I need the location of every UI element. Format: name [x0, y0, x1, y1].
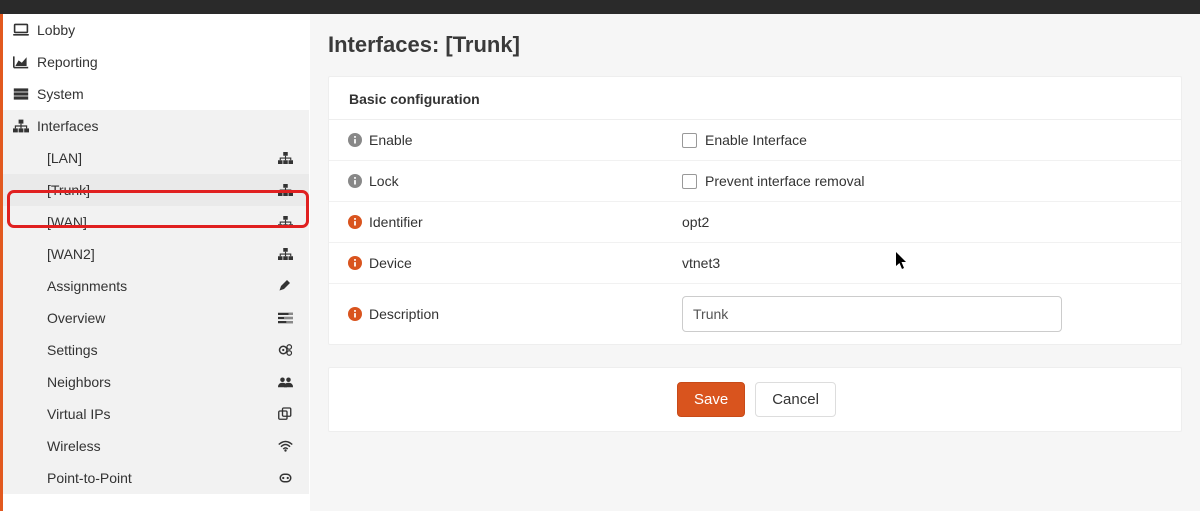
sidebar-subitem-label: [WAN2]: [47, 246, 275, 262]
sidebar-item-label: Lobby: [37, 22, 297, 38]
laptop-icon: [13, 23, 37, 37]
phone-icon: [275, 471, 295, 485]
row-enable: Enable Enable Interface: [329, 120, 1181, 161]
sitemap-icon: [275, 151, 295, 165]
sidebar-subitem-wan[interactable]: [WAN]: [3, 206, 309, 238]
label-identifier: Identifier: [347, 214, 682, 230]
sitemap-icon: [275, 183, 295, 197]
sidebar-item-lobby[interactable]: Lobby: [3, 14, 309, 46]
sidebar-subitem-label: Assignments: [47, 278, 275, 294]
sidebar-subitem-neighbors[interactable]: Neighbors: [3, 366, 309, 398]
page-title: Interfaces: [Trunk]: [328, 32, 1182, 58]
info-icon[interactable]: [347, 132, 363, 148]
sidebar-subitem-assignments[interactable]: Assignments: [3, 270, 309, 302]
sidebar-subitem-overview[interactable]: Overview: [3, 302, 309, 334]
sidebar-subitem-wireless[interactable]: Wireless: [3, 430, 309, 462]
sidebar-item-label: Interfaces: [37, 118, 297, 134]
sidebar-subitem-label: [Trunk]: [47, 182, 275, 198]
sidebar-subitem-label: Neighbors: [47, 374, 275, 390]
value-lock: Prevent interface removal: [682, 173, 1163, 189]
info-icon[interactable]: [347, 255, 363, 271]
row-device: Device vtnet3: [329, 243, 1181, 284]
row-description: Description: [329, 284, 1181, 344]
cancel-button[interactable]: Cancel: [755, 382, 836, 417]
cogs-icon: [275, 343, 295, 357]
info-icon[interactable]: [347, 306, 363, 322]
sidebar-subitem-virtual-ips[interactable]: Virtual IPs: [3, 398, 309, 430]
sitemap-icon: [275, 247, 295, 261]
value-enable: Enable Interface: [682, 132, 1163, 148]
value-device: vtnet3: [682, 255, 1163, 271]
description-input[interactable]: [682, 296, 1062, 332]
value-identifier: opt2: [682, 214, 1163, 230]
sidebar-item-label: Reporting: [37, 54, 297, 70]
info-icon[interactable]: [347, 214, 363, 230]
sidebar: Lobby Reporting System Interfaces: [0, 14, 310, 511]
sitemap-icon: [13, 119, 37, 133]
value-description: [682, 296, 1163, 332]
sidebar-subitem-label: [LAN]: [47, 150, 275, 166]
lock-checkbox[interactable]: [682, 174, 697, 189]
row-identifier: Identifier opt2: [329, 202, 1181, 243]
sidebar-subitem-label: Settings: [47, 342, 275, 358]
sidebar-subitem-label: Virtual IPs: [47, 406, 275, 422]
server-icon: [13, 87, 37, 101]
sidebar-subitem-label: Overview: [47, 310, 275, 326]
action-panel: Save Cancel: [328, 367, 1182, 432]
enable-checkbox-label: Enable Interface: [705, 132, 807, 148]
enable-checkbox[interactable]: [682, 133, 697, 148]
tasks-icon: [275, 311, 295, 325]
info-icon[interactable]: [347, 173, 363, 189]
button-row: Save Cancel: [329, 368, 1181, 431]
basic-config-panel: Basic configuration Enable Enable Interf…: [328, 76, 1182, 345]
sidebar-subitem-label: Point-to-Point: [47, 470, 275, 486]
panel-header: Basic configuration: [329, 77, 1181, 120]
sidebar-item-interfaces[interactable]: Interfaces: [3, 110, 309, 142]
main-content: Interfaces: [Trunk] Basic configuration …: [310, 14, 1200, 511]
label-description: Description: [347, 306, 682, 322]
sidebar-item-label: System: [37, 86, 297, 102]
pencil-icon: [275, 279, 295, 293]
sidebar-subitem-lan[interactable]: [LAN]: [3, 142, 309, 174]
row-lock: Lock Prevent interface removal: [329, 161, 1181, 202]
sidebar-subitem-wan2[interactable]: [WAN2]: [3, 238, 309, 270]
sidebar-subitem-label: [WAN]: [47, 214, 275, 230]
label-device: Device: [347, 255, 682, 271]
sidebar-item-reporting[interactable]: Reporting: [3, 46, 309, 78]
sidebar-submenu-interfaces: [LAN] [Trunk] [WAN] [WAN2] Assignments Overvi…: [3, 142, 309, 494]
area-chart-icon: [13, 55, 37, 69]
users-icon: [275, 375, 295, 389]
wifi-icon: [275, 439, 295, 453]
sidebar-subitem-settings[interactable]: Settings: [3, 334, 309, 366]
label-enable: Enable: [347, 132, 682, 148]
sidebar-subitem-point-to-point[interactable]: Point-to-Point: [3, 462, 309, 494]
sidebar-item-system[interactable]: System: [3, 78, 309, 110]
save-button[interactable]: Save: [677, 382, 745, 417]
lock-checkbox-label: Prevent interface removal: [705, 173, 865, 189]
top-bar: [0, 0, 1200, 14]
app-shell: Lobby Reporting System Interfaces: [0, 14, 1200, 511]
sidebar-subitem-label: Wireless: [47, 438, 275, 454]
sidebar-subitem-trunk[interactable]: [Trunk]: [3, 174, 309, 206]
sitemap-icon: [275, 215, 295, 229]
label-lock: Lock: [347, 173, 682, 189]
clone-icon: [275, 407, 295, 421]
